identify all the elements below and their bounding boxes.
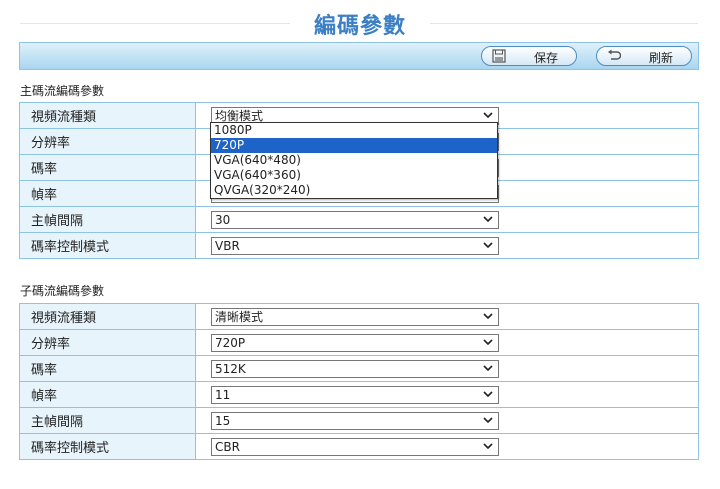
chevron-down-icon	[483, 313, 493, 320]
sub-stream-table: 視頻流種類 清晰模式分辨率 720P 碼率 512K 幀率 11 主幀間隔 15 碼率控制模式 CB…	[19, 303, 699, 460]
chevron-down-icon	[483, 417, 493, 424]
page-title: 編碼參數	[313, 14, 406, 39]
field-label: 碼率	[19, 355, 196, 382]
field-select-value: 30	[215, 213, 231, 227]
table-row: 碼率 512K	[19, 355, 699, 382]
sub-stream-title: 子碼流編碼參數	[20, 284, 105, 298]
field-select-value: 清晰模式	[215, 310, 264, 324]
refresh-button-label: 刷新	[648, 51, 673, 65]
field-select-value: 512K	[215, 362, 246, 376]
field-select[interactable]: VBR	[211, 237, 499, 255]
field-value-cell: 30	[195, 206, 699, 233]
field-value-cell: 清晰模式	[195, 303, 699, 330]
dropdown-option[interactable]: 1080P	[211, 123, 497, 138]
field-select-value: 15	[215, 414, 231, 428]
floppy-disk-icon	[492, 49, 506, 63]
field-value-cell: 512K	[195, 355, 699, 382]
field-select[interactable]: 清晰模式	[211, 308, 499, 326]
table-row: 視頻流種類 清晰模式	[19, 303, 699, 330]
resolution-dropdown-list[interactable]: 1080P 720P VGA(640*480) VGA(640*360) QVGA(32…	[210, 122, 498, 199]
chevron-down-icon	[483, 443, 493, 450]
chevron-down-icon	[483, 365, 493, 372]
table-row: 碼率控制模式 VBR	[19, 232, 699, 259]
table-row: 主幀間隔 15	[19, 407, 699, 434]
table-row: 碼率控制模式 CBR	[19, 433, 699, 460]
field-select-value: CBR	[215, 440, 240, 454]
chevron-down-icon	[483, 242, 493, 249]
field-label: 幀率	[19, 381, 196, 408]
table-row: 幀率 11	[19, 381, 699, 408]
dropdown-option[interactable]: VGA(640*360)	[211, 168, 497, 183]
field-value-cell: VBR	[195, 232, 699, 259]
field-label: 視頻流種類	[19, 303, 196, 330]
field-label: 碼率控制模式	[19, 232, 196, 259]
chevron-down-icon	[483, 391, 493, 398]
chevron-down-icon	[483, 339, 493, 346]
dropdown-option[interactable]: 720P	[211, 138, 497, 153]
dropdown-option[interactable]: QVGA(320*240)	[211, 183, 497, 198]
field-label: 分辨率	[19, 128, 196, 155]
field-select[interactable]: 30	[211, 211, 499, 229]
table-row: 分辨率 720P	[19, 329, 699, 356]
chevron-down-icon	[483, 112, 493, 119]
main-stream-title: 主碼流編碼參數	[20, 84, 105, 98]
refresh-button[interactable]: 刷新	[596, 46, 692, 66]
field-value-cell: 720P	[195, 329, 699, 356]
field-select-value: 11	[215, 388, 231, 402]
field-label: 主幀間隔	[19, 407, 196, 434]
table-row: 主幀間隔 30	[19, 206, 699, 233]
field-select-value: 720P	[215, 336, 246, 350]
save-button[interactable]: 保存	[481, 46, 577, 66]
field-select[interactable]: CBR	[211, 438, 499, 456]
dropdown-option[interactable]: VGA(640*480)	[211, 153, 497, 168]
field-label: 幀率	[19, 180, 196, 207]
chevron-down-icon	[483, 216, 493, 223]
field-select-value: 均衡模式	[215, 109, 264, 123]
field-select-value: VBR	[215, 239, 240, 253]
field-label: 碼率	[19, 154, 196, 181]
field-select[interactable]: 720P	[211, 334, 499, 352]
field-label: 碼率控制模式	[19, 433, 196, 460]
field-select[interactable]: 11	[211, 386, 499, 404]
field-value-cell: 11	[195, 381, 699, 408]
field-select[interactable]: 512K	[211, 360, 499, 378]
field-value-cell: 15	[195, 407, 699, 434]
field-label: 視頻流種類	[19, 102, 196, 129]
save-button-label: 保存	[533, 51, 558, 65]
field-label: 主幀間隔	[19, 206, 196, 233]
return-arrow-icon	[608, 49, 621, 60]
field-select[interactable]: 15	[211, 412, 499, 430]
field-value-cell: CBR	[195, 433, 699, 460]
toolbar: 保存 刷新	[19, 42, 699, 70]
field-label: 分辨率	[19, 329, 196, 356]
